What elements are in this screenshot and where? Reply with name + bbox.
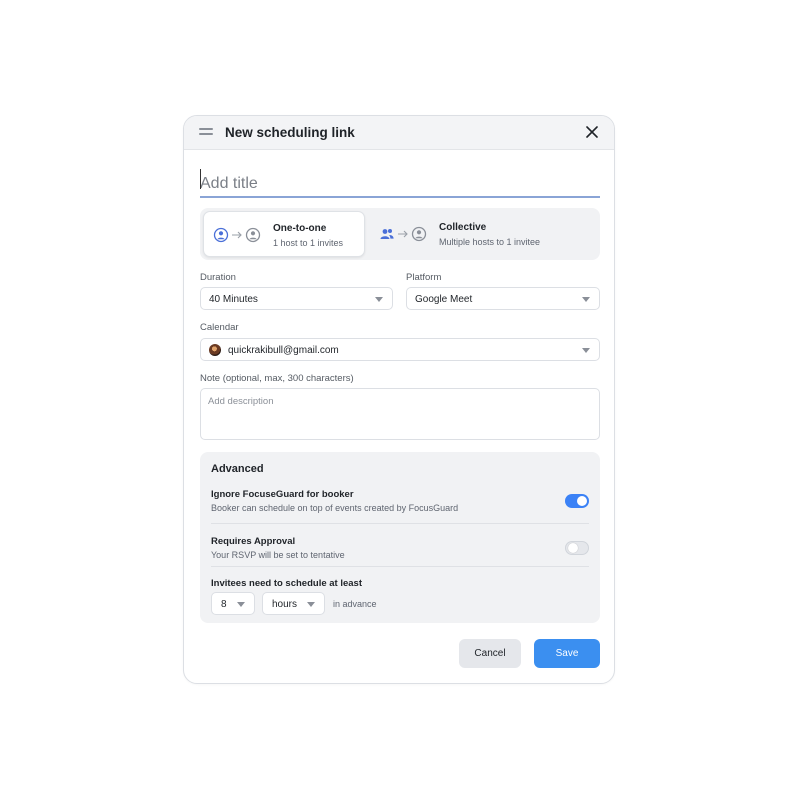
new-scheduling-link-dialog: New scheduling link Add title One-to-one… xyxy=(183,115,615,684)
duration-label: Duration xyxy=(200,272,236,283)
meeting-type-name: Collective xyxy=(439,222,487,233)
meeting-type-description: 1 host to 1 invites xyxy=(273,238,344,248)
chevron-down-icon xyxy=(237,602,245,607)
arrow-right-icon xyxy=(232,231,242,239)
min-notice-title: Invitees need to schedule at least xyxy=(211,578,362,589)
description-textarea[interactable] xyxy=(200,388,600,440)
ignore-focusguard-toggle[interactable] xyxy=(565,494,589,508)
ignore-focusguard-description: Booker can schedule on top of events cre… xyxy=(211,503,459,513)
calendar-value: quickrakibull@gmail.com xyxy=(228,345,339,356)
platform-label: Platform xyxy=(406,272,442,283)
requires-approval-description: Your RSVP will be set to tentative xyxy=(211,550,345,560)
divider xyxy=(211,566,589,567)
min-notice-amount-select[interactable]: 8 xyxy=(211,592,255,615)
close-icon[interactable] xyxy=(585,125,599,139)
calendar-label: Calendar xyxy=(200,322,239,333)
person-icon xyxy=(213,227,229,243)
chevron-down-icon xyxy=(582,348,590,353)
meeting-type-collective[interactable]: Collective Multiple hosts to 1 invitee xyxy=(370,211,596,257)
requires-approval-toggle[interactable] xyxy=(565,541,589,555)
advanced-section: Advanced Ignore FocuseGuard for booker B… xyxy=(200,452,600,623)
chevron-down-icon xyxy=(582,297,590,302)
note-label: Note (optional, max, 300 characters) xyxy=(200,373,354,384)
meeting-type-selector: One-to-one 1 host to 1 invites Collectiv… xyxy=(200,208,600,260)
title-input[interactable] xyxy=(200,171,600,198)
requires-approval-title: Requires Approval xyxy=(211,536,296,547)
arrow-right-icon xyxy=(398,230,408,238)
min-notice-suffix: in advance xyxy=(333,599,377,609)
min-notice-amount-value: 8 xyxy=(221,599,227,610)
text-cursor xyxy=(200,169,201,189)
chevron-down-icon xyxy=(307,602,315,607)
dialog-header: New scheduling link xyxy=(184,116,614,150)
platform-select[interactable]: Google Meet xyxy=(406,287,600,310)
dialog-title: New scheduling link xyxy=(225,125,355,140)
meeting-type-one-to-one[interactable]: One-to-one 1 host to 1 invites xyxy=(203,211,365,257)
chevron-down-icon xyxy=(375,297,383,302)
cancel-button[interactable]: Cancel xyxy=(459,639,521,668)
divider xyxy=(211,523,589,524)
people-icon xyxy=(380,229,394,239)
person-icon xyxy=(245,227,261,243)
save-button[interactable]: Save xyxy=(534,639,600,668)
avatar xyxy=(209,344,221,356)
advanced-title: Advanced xyxy=(211,463,264,475)
meeting-type-description: Multiple hosts to 1 invitee xyxy=(439,237,541,247)
meeting-type-name: One-to-one xyxy=(273,223,327,234)
drag-handle-icon[interactable] xyxy=(199,128,213,136)
duration-value: 40 Minutes xyxy=(209,294,258,305)
duration-select[interactable]: 40 Minutes xyxy=(200,287,393,310)
person-icon xyxy=(411,226,427,242)
min-notice-unit-select[interactable]: hours xyxy=(262,592,325,615)
calendar-select[interactable]: quickrakibull@gmail.com xyxy=(200,338,600,361)
ignore-focusguard-title: Ignore FocuseGuard for booker xyxy=(211,489,354,500)
platform-value: Google Meet xyxy=(415,294,473,305)
min-notice-unit-value: hours xyxy=(272,599,298,610)
